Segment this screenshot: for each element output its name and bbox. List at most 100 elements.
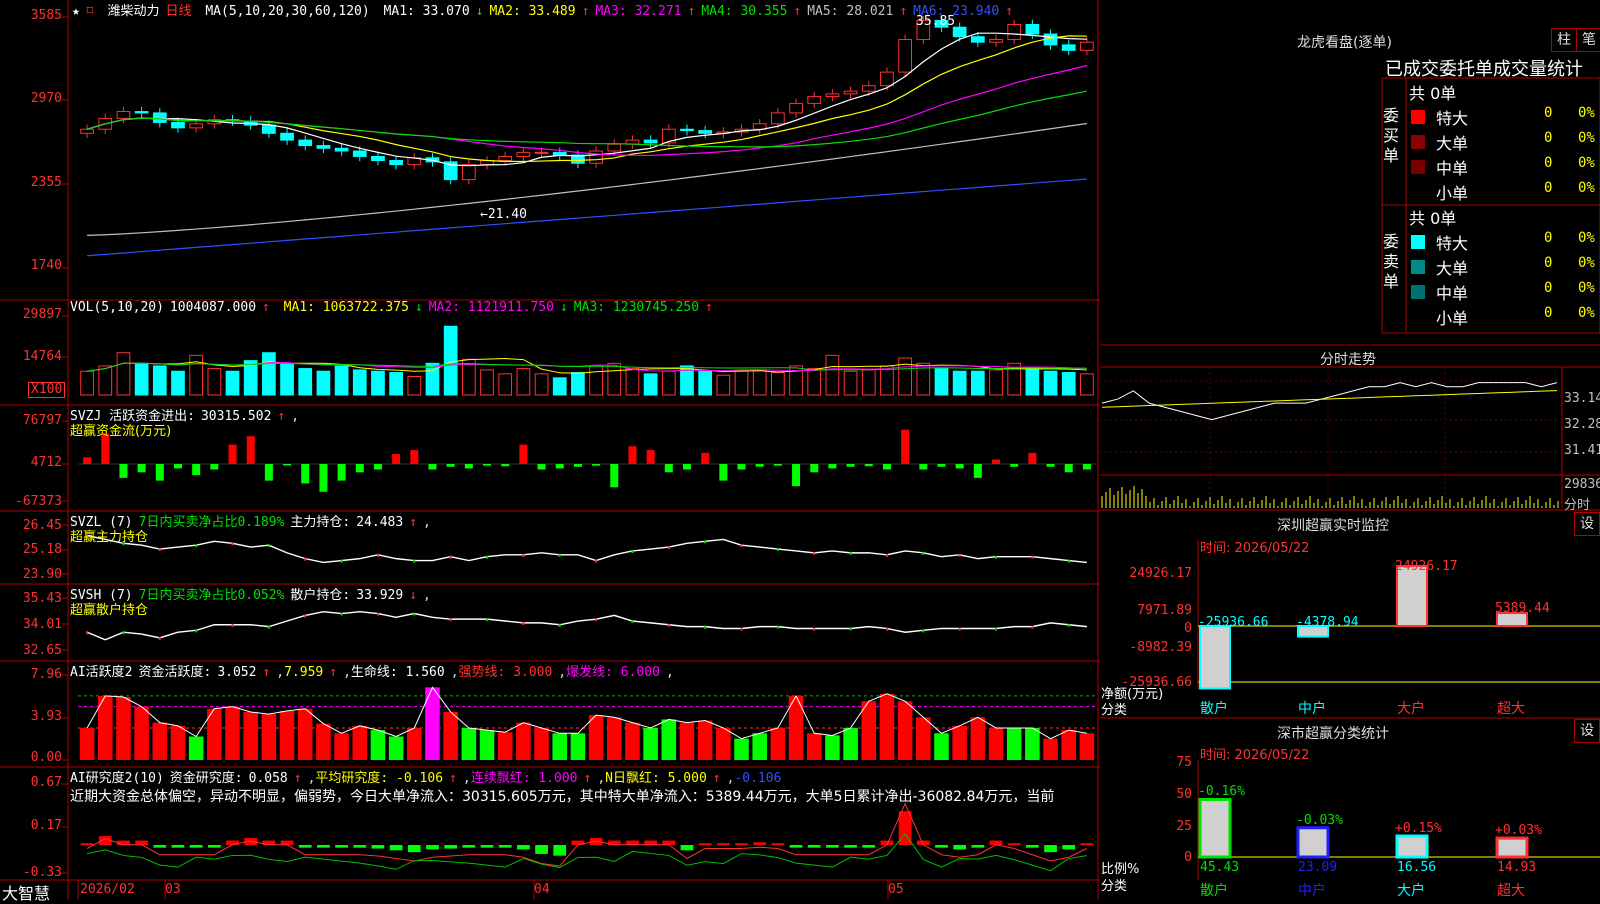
main-holding-line-tick [267,544,270,548]
ma-line [86,64,1088,157]
main-chart-area[interactable] [0,0,1100,900]
ai-research-legend: AI研究度2(10) 资金研究度: 0.058 ↑ ,平均研究度: -0.106 ↑ ,连续… [70,771,782,786]
candle [371,155,385,162]
sz-category-label: 散户 [1200,701,1228,717]
svzj-axis-label: -67373 [15,494,62,509]
legend-swatch [1411,260,1425,274]
activity-bar [588,715,604,760]
svzj-subtitle: 超赢资金流(万元) [70,424,172,439]
main-holding-line-tick [231,542,234,546]
main-holding-line-tick [304,557,307,561]
x-axis-label: 2026/02 [80,882,135,897]
retail-holding-line-tick [631,620,634,624]
volume-bar [571,372,585,396]
ma-value-item: MA4: 30.355 [701,4,788,19]
cat-change-label: +0.03% [1495,823,1542,839]
candle [352,150,367,157]
order-count: 0 [1544,305,1553,321]
activity-bar [388,736,404,760]
sz-axis-label: -8982.39 [1129,640,1192,655]
activity-bar [716,727,731,760]
volume-unit-button[interactable]: X100 [28,382,66,398]
activity-bar [679,722,695,760]
order-pct: 0% [1578,280,1595,296]
fund-flow-bar [137,464,146,473]
price-legend: ★ ⌑ 潍柴动力 日线 MA(5,10,20,30,60,120) MA1: 33.… [72,0,1025,19]
ai-research-avg: 平均研究度: -0.106 [315,771,444,786]
fund-flow-bar [755,464,764,467]
activity-bar [188,736,204,760]
research-bar [1080,843,1094,846]
tick-mode-button[interactable]: 笔 [1576,28,1600,52]
volume-axis-label: 29897 [22,307,62,322]
candle [1007,23,1022,40]
ma-value-item: MA5: 28.021 [807,4,894,19]
star-icon[interactable]: ★ [72,4,80,19]
volume-bar [352,369,367,396]
volume-bar [134,362,149,396]
cat-category-label: 中户 [1298,883,1326,899]
fund-flow-bar [792,464,801,487]
volume-bar [334,365,349,396]
ma-value-item: MA1: 33.070 [383,4,470,19]
brand-logo: 大智慧 [2,884,51,903]
main-holding-line-tick [885,553,888,557]
ai-research-last: -0.106 [734,771,782,786]
activity-bar [261,714,277,760]
svzj-value: 30315.502 [200,409,272,424]
fund-flow-bar [573,464,582,467]
fund-flow-bar [1046,464,1055,467]
ma-line [86,90,1088,148]
ai-active-strong: 强势线: 3.000 [458,665,553,680]
sell-total: 共 0单 [1409,209,1457,228]
retail-holding-line-tick [1031,625,1034,629]
candle [516,151,531,157]
fund-flow-bar [901,429,910,464]
stock-name: 潍柴动力 [107,4,160,19]
volume-bar [207,368,222,396]
ai-active-v2: 7.959 [284,665,324,680]
retail-holding-line-tick [1067,623,1070,627]
order-size-label: 特大 [1436,109,1469,128]
activity-bar [643,727,658,760]
fund-flow-bar [210,464,219,470]
research-bar [771,843,785,846]
fund-flow-bar [937,464,946,467]
fund-flow-bar [719,464,728,481]
activity-bar [861,701,877,760]
cat-time: 时间: 2026/05/22 [1200,748,1310,763]
svzl-axis-label: 23.90 [22,567,62,582]
svsh-pct: 7日内买卖净占比0.052% [138,588,285,603]
research-bar [517,845,530,850]
fund-flow-bar [664,464,673,473]
research-bar [971,845,985,848]
cat-settings-button[interactable]: 设 [1574,719,1600,743]
svzl-subtitle: 超赢主力持仓 [70,530,149,545]
legend-swatch [1411,135,1425,149]
retail-holding-line-tick [922,629,925,633]
sz-settings-button[interactable]: 设 [1574,512,1600,536]
sell-side-label: 委卖单 [1383,232,1400,291]
retail-holding-line-tick [231,623,234,627]
order-pct: 0% [1578,305,1595,321]
activity-bar [934,733,949,760]
activity-bar [752,733,767,760]
volume-bar [898,357,912,396]
sz-axis-label: 7971.89 [1137,603,1192,618]
volume-bar [752,369,767,396]
main-holding-line-tick [413,559,416,563]
ai-research-nday: N日飘红: 5.000 [605,771,707,786]
retail-holding-line-tick [304,614,307,618]
period-label[interactable]: 日线 [166,4,192,19]
retail-holding-line-tick [595,618,598,622]
cat-category-label: 散户 [1200,883,1228,899]
order-size-label: 中单 [1436,284,1469,303]
legend-swatch [1411,160,1425,174]
research-bar [698,843,712,846]
research-bar [826,845,839,848]
research-bar [317,845,330,848]
research-bar [171,845,185,848]
main-holding-line-tick [158,548,161,552]
fund-flow-bar [501,464,510,467]
bar-mode-button[interactable]: 柱 [1551,28,1577,52]
